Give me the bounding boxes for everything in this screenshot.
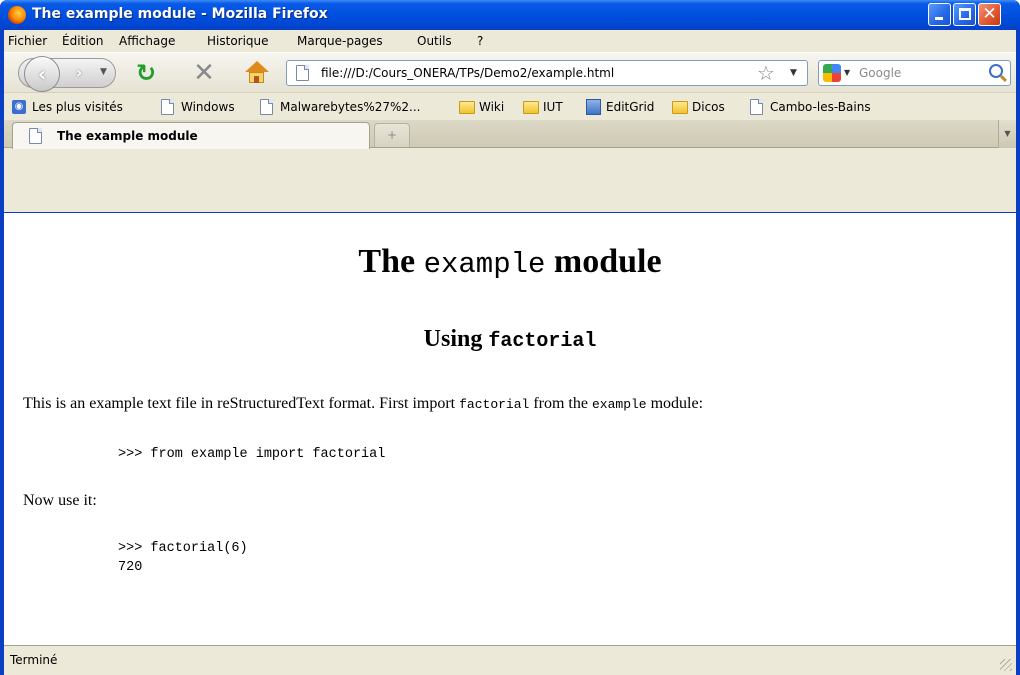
- page-icon: [750, 99, 763, 115]
- search-input[interactable]: Google: [859, 66, 901, 80]
- maximize-button[interactable]: [953, 3, 976, 26]
- bookmark-dicos[interactable]: Dicos: [672, 99, 742, 117]
- code-block-usage: >>> factorial(6) 720: [118, 541, 248, 575]
- url-bar[interactable]: file:///D:/Cours_ONERA/TPs/Demo2/example…: [286, 60, 808, 86]
- google-engine-icon[interactable]: [823, 64, 841, 82]
- editgrid-icon: [586, 99, 601, 115]
- page-icon: [296, 65, 309, 81]
- menu-fichier[interactable]: Fichier: [8, 34, 47, 48]
- page-icon: [29, 128, 42, 144]
- bookmark-editgrid[interactable]: EditGrid: [586, 99, 666, 117]
- browser-chrome: Fichier Édition Affichage Historique Mar…: [4, 30, 1016, 212]
- reload-button[interactable]: ↻: [132, 59, 160, 87]
- stop-button[interactable]: ✕: [190, 59, 218, 87]
- bookmark-wiki[interactable]: Wiki: [459, 99, 519, 117]
- tab-strip: The example module + ▼: [4, 120, 1016, 149]
- title-bar[interactable]: The example module - Mozilla Firefox ✕: [0, 0, 1020, 30]
- browser-window: The example module - Mozilla Firefox ✕ F…: [0, 0, 1020, 675]
- bookmark-malwarebytes[interactable]: Malwarebytes%27%2...: [260, 99, 450, 117]
- forward-button[interactable]: ›: [66, 61, 92, 85]
- maximize-icon: [959, 8, 971, 20]
- firefox-logo-icon: [8, 6, 26, 24]
- minimize-icon: [935, 17, 943, 20]
- menu-affichage[interactable]: Affichage: [119, 34, 175, 48]
- history-dropdown-icon[interactable]: ▼: [100, 67, 107, 77]
- close-button[interactable]: ✕: [978, 3, 1001, 26]
- bookmark-windows[interactable]: Windows: [161, 99, 251, 117]
- forward-arrow-icon: ›: [75, 63, 83, 82]
- engine-dropdown-icon[interactable]: ▼: [844, 68, 850, 77]
- status-bar: Terminé: [4, 645, 1016, 675]
- page-content: The example module Using factorial This …: [4, 213, 1016, 645]
- tab-list-dropdown-icon[interactable]: ▼: [998, 120, 1016, 148]
- home-icon: [245, 61, 269, 72]
- menu-help[interactable]: ?: [477, 34, 483, 48]
- search-bar[interactable]: ▼ Google: [818, 60, 1011, 86]
- status-text: Terminé: [10, 653, 58, 667]
- page-icon: [260, 99, 273, 115]
- back-button[interactable]: ‹: [24, 56, 60, 92]
- close-icon: ✕: [982, 4, 997, 24]
- stop-icon: ✕: [193, 58, 215, 88]
- tab-example-module[interactable]: The example module: [12, 122, 370, 149]
- menu-outils[interactable]: Outils: [417, 34, 452, 48]
- bookmark-iut[interactable]: IUT: [523, 99, 583, 117]
- navigation-toolbar: ‹ › ▼ ↻ ✕ file:///D:/Cours_ONERA/TPs/Dem…: [4, 52, 1016, 92]
- intro-paragraph: This is an example text file in reStruct…: [23, 395, 704, 412]
- most-visited-icon: ◉: [12, 100, 26, 114]
- bookmark-most-visited[interactable]: ◉ Les plus visités: [12, 99, 142, 117]
- folder-icon: [672, 101, 688, 114]
- page-icon: [161, 99, 174, 115]
- menu-edition[interactable]: Édition: [62, 34, 104, 48]
- code-block-import: >>> from example import factorial: [118, 447, 386, 462]
- url-text[interactable]: file:///D:/Cours_ONERA/TPs/Demo2/example…: [321, 66, 614, 80]
- search-icon[interactable]: [989, 64, 1003, 78]
- folder-icon: [523, 101, 539, 114]
- bookmark-cambo-les-bains[interactable]: Cambo-les-Bains: [750, 99, 890, 117]
- new-tab-button[interactable]: +: [374, 123, 410, 147]
- tab-label: The example module: [57, 129, 198, 143]
- url-dropdown-icon[interactable]: ▼: [790, 68, 797, 78]
- menu-historique[interactable]: Historique: [207, 34, 269, 48]
- back-arrow-icon: ‹: [37, 62, 47, 86]
- bookmark-star-icon[interactable]: ☆: [757, 61, 775, 85]
- usage-paragraph: Now use it:: [23, 492, 97, 509]
- reload-icon: ↻: [135, 59, 157, 87]
- page-title: The example module: [358, 243, 662, 281]
- menu-bar: Fichier Édition Affichage Historique Mar…: [4, 30, 1016, 52]
- menu-marque-pages[interactable]: Marque-pages: [297, 34, 383, 48]
- minimize-button[interactable]: [928, 3, 951, 26]
- resize-grip-icon[interactable]: [1000, 659, 1012, 671]
- bookmarks-toolbar: ◉ Les plus visités Windows Malwarebytes%…: [4, 92, 1016, 120]
- home-button[interactable]: [244, 61, 270, 85]
- folder-icon: [459, 101, 475, 114]
- window-title: The example module - Mozilla Firefox: [32, 6, 328, 22]
- section-heading: Using factorial: [423, 326, 597, 353]
